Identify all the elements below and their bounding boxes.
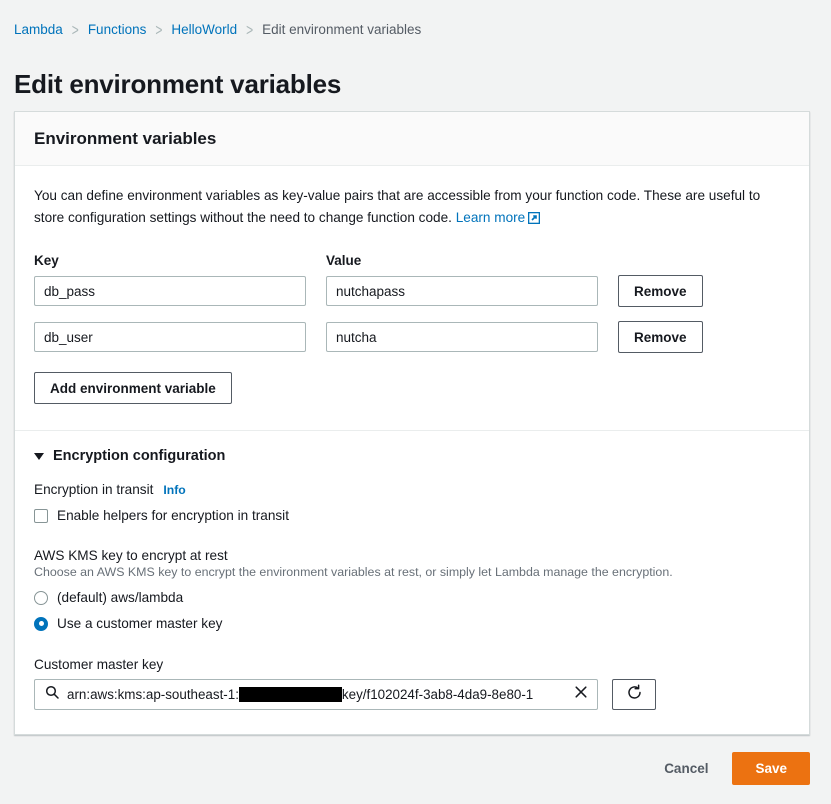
enable-helpers-label[interactable]: Enable helpers for encryption in transit: [57, 508, 289, 523]
enable-helpers-checkbox[interactable]: [34, 508, 48, 523]
info-link[interactable]: Info: [163, 483, 185, 497]
customer-master-key-row: arn:aws:kms:ap-southeast-1: key/f102024f-…: [34, 679, 790, 710]
env-var-key-input-2[interactable]: [34, 322, 306, 352]
redacted-account-id: [238, 687, 342, 702]
save-button[interactable]: Save: [732, 752, 810, 785]
env-var-value-input-2[interactable]: [326, 322, 598, 352]
card-description: You can define environment variables as …: [34, 185, 790, 231]
cmk-value-suffix: key/f102024f-3ab8-4da9-8e80-1: [341, 687, 534, 702]
breadcrumb-item-current: Edit environment variables: [262, 22, 422, 37]
env-var-value-input-1[interactable]: [326, 276, 598, 306]
breadcrumb-separator-icon: >: [71, 20, 79, 39]
table-row: Remove: [34, 321, 790, 353]
card-header-title: Environment variables: [34, 129, 217, 148]
column-header-value: Value: [326, 253, 362, 268]
enable-helpers-row[interactable]: Enable helpers for encryption in transit: [34, 508, 790, 523]
kms-option-cmk-label[interactable]: Use a customer master key: [57, 616, 222, 631]
breadcrumb-item-helloworld[interactable]: HelloWorld: [171, 22, 237, 37]
kms-key-group: AWS KMS key to encrypt at rest Choose an…: [34, 548, 790, 631]
learn-more-label: Learn more: [455, 210, 526, 225]
encryption-configuration-title: Encryption configuration: [53, 448, 226, 464]
card-header: Environment variables: [15, 112, 809, 166]
customer-master-key-field[interactable]: arn:aws:kms:ap-southeast-1: key/f102024f-…: [34, 679, 598, 710]
customer-master-key-label: Customer master key: [34, 657, 164, 672]
add-environment-variable-button[interactable]: Add environment variable: [34, 372, 232, 404]
breadcrumb-item-lambda[interactable]: Lambda: [14, 22, 63, 37]
breadcrumb-separator-icon: >: [155, 20, 163, 39]
search-icon: [45, 685, 59, 704]
encryption-configuration-section: Encryption configuration Encryption in t…: [34, 431, 790, 734]
close-icon[interactable]: [574, 685, 588, 704]
card-body: You can define environment variables as …: [15, 166, 809, 734]
refresh-icon: [626, 683, 643, 706]
encryption-configuration-toggle[interactable]: Encryption configuration: [34, 448, 790, 464]
customer-master-key-value: arn:aws:kms:ap-southeast-1: key/f102024f-…: [67, 687, 566, 702]
kms-key-label: AWS KMS key to encrypt at rest: [34, 548, 790, 563]
encryption-in-transit-text: Encryption in transit: [34, 482, 154, 497]
cmk-value-prefix: arn:aws:kms:ap-southeast-1:: [67, 687, 239, 702]
breadcrumb-separator-icon: >: [246, 20, 254, 39]
caret-down-icon: [34, 452, 44, 460]
form-footer: Cancel Save: [14, 752, 810, 785]
kms-option-default-radio[interactable]: [34, 590, 48, 605]
kms-option-default-label[interactable]: (default) aws/lambda: [57, 590, 183, 605]
refresh-customer-master-key-button[interactable]: [612, 679, 656, 710]
breadcrumb-item-functions[interactable]: Functions: [88, 22, 147, 37]
cancel-button[interactable]: Cancel: [658, 753, 714, 784]
variables-column-headers: Key Value: [34, 253, 790, 268]
kms-option-cmk-row[interactable]: Use a customer master key: [34, 616, 790, 631]
remove-env-var-button-1[interactable]: Remove: [618, 275, 703, 307]
kms-key-hint: Choose an AWS KMS key to encrypt the env…: [34, 565, 673, 579]
page-title: Edit environment variables: [14, 69, 342, 100]
kms-key-label-text: AWS KMS key to encrypt at rest: [34, 548, 228, 563]
learn-more-link[interactable]: Learn more: [456, 210, 541, 225]
table-row: Remove: [34, 275, 790, 307]
column-header-key: Key: [34, 253, 59, 268]
encryption-in-transit-label: Encryption in transit Info: [34, 482, 790, 497]
external-link-icon: [527, 209, 541, 231]
kms-option-cmk-radio[interactable]: [34, 616, 48, 631]
env-var-key-input-1[interactable]: [34, 276, 306, 306]
breadcrumb: Lambda > Functions > HelloWorld > Edit e…: [0, 0, 831, 42]
environment-variables-card: Environment variables You can define env…: [14, 111, 810, 735]
remove-env-var-button-2[interactable]: Remove: [618, 321, 703, 353]
card-description-text: You can define environment variables as …: [34, 188, 761, 225]
kms-option-default-row[interactable]: (default) aws/lambda: [34, 590, 790, 605]
